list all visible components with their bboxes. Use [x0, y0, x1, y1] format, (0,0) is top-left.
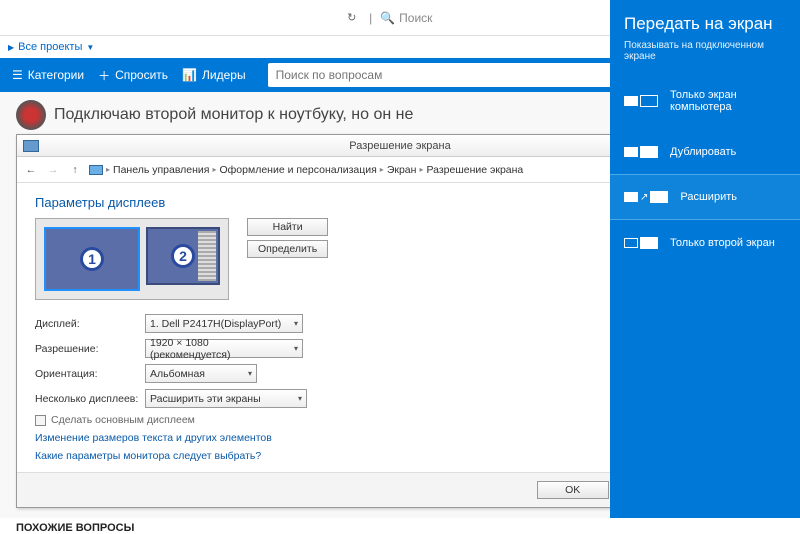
chevron-down-icon: ▾ [294, 319, 298, 328]
chevron-down-icon: ▼ [86, 43, 94, 52]
list-icon: ☰ [12, 68, 23, 82]
window-title: Разрешение экрана [349, 140, 450, 152]
display-label: Дисплей: [35, 318, 145, 330]
monitor-icon [624, 238, 638, 248]
monitor-icon [640, 237, 658, 249]
monitor-2[interactable]: 2 [146, 227, 220, 285]
charm-item-extend[interactable]: ↗ Расширить [610, 174, 800, 220]
charm-subtitle: Показывать на подключенном экране [624, 40, 786, 62]
back-button[interactable]: ← [23, 162, 39, 178]
nav-categories[interactable]: ☰Категории [12, 68, 84, 82]
chevron-down-icon: ▾ [248, 369, 252, 378]
monitor-icon [624, 192, 638, 202]
monitor-icon [624, 147, 638, 157]
ok-button[interactable]: OK [537, 481, 609, 499]
chevron-down-icon: ▾ [294, 344, 298, 353]
forward-button[interactable]: → [45, 162, 61, 178]
primary-checkbox-label: Сделать основным дисплеем [51, 414, 195, 426]
arrow-icon: ↗ [640, 192, 648, 203]
monitor-grid-icon [198, 231, 216, 281]
reload-icon[interactable]: ↻ [347, 11, 361, 25]
project-charm-panel: Передать на экран Показывать на подключе… [610, 0, 800, 518]
multi-select[interactable]: Расширить эти экраны▾ [145, 389, 307, 408]
charm-item-second-only[interactable]: Только второй экран [610, 220, 800, 265]
nav-leaders[interactable]: 📊Лидеры [182, 68, 246, 82]
chart-icon: 📊 [182, 68, 197, 82]
resolution-select[interactable]: 1920 × 1080 (рекомендуется)▾ [145, 339, 303, 358]
display-select[interactable]: 1. Dell P2417H(DisplayPort)▾ [145, 314, 303, 333]
up-button[interactable]: ↑ [67, 162, 83, 178]
monitor-icon [640, 95, 658, 107]
primary-checkbox[interactable] [35, 415, 46, 426]
charm-item-duplicate[interactable]: Дублировать [610, 129, 800, 174]
related-heading: ПОХОЖИЕ ВОПРОСЫ [16, 522, 784, 534]
charm-title: Передать на экран [624, 14, 786, 34]
multi-label: Несколько дисплеев: [35, 393, 145, 405]
displays-preview[interactable]: 1 2 [35, 218, 229, 300]
url-prefix: | [369, 11, 372, 25]
browser-search-placeholder: Поиск [399, 11, 432, 25]
detect-button[interactable]: Определить [247, 240, 328, 258]
orientation-select[interactable]: Альбомная▾ [145, 364, 257, 383]
nav-ask[interactable]: ＋Спросить [98, 67, 168, 84]
question-title: Подключаю второй монитор к ноутбуку, но … [54, 106, 413, 124]
monitor-icon [624, 96, 638, 106]
asker-avatar [16, 100, 46, 130]
monitor-1[interactable]: 1 [44, 227, 140, 291]
dropdown-icon[interactable]: ▶ [8, 43, 14, 52]
resolution-label: Разрешение: [35, 343, 145, 355]
orientation-label: Ориентация: [35, 368, 145, 380]
search-icon: 🔍 [380, 11, 395, 25]
computer-icon [89, 165, 103, 175]
chevron-down-icon: ▾ [298, 394, 302, 403]
charm-item-pc-only[interactable]: Только экран компьютера [610, 72, 800, 129]
monitor-icon [650, 191, 668, 203]
monitor-icon [640, 146, 658, 158]
all-projects-link[interactable]: Все проекты [18, 41, 82, 53]
find-button[interactable]: Найти [247, 218, 328, 236]
plus-icon: ＋ [98, 67, 110, 84]
window-icon [23, 140, 39, 152]
